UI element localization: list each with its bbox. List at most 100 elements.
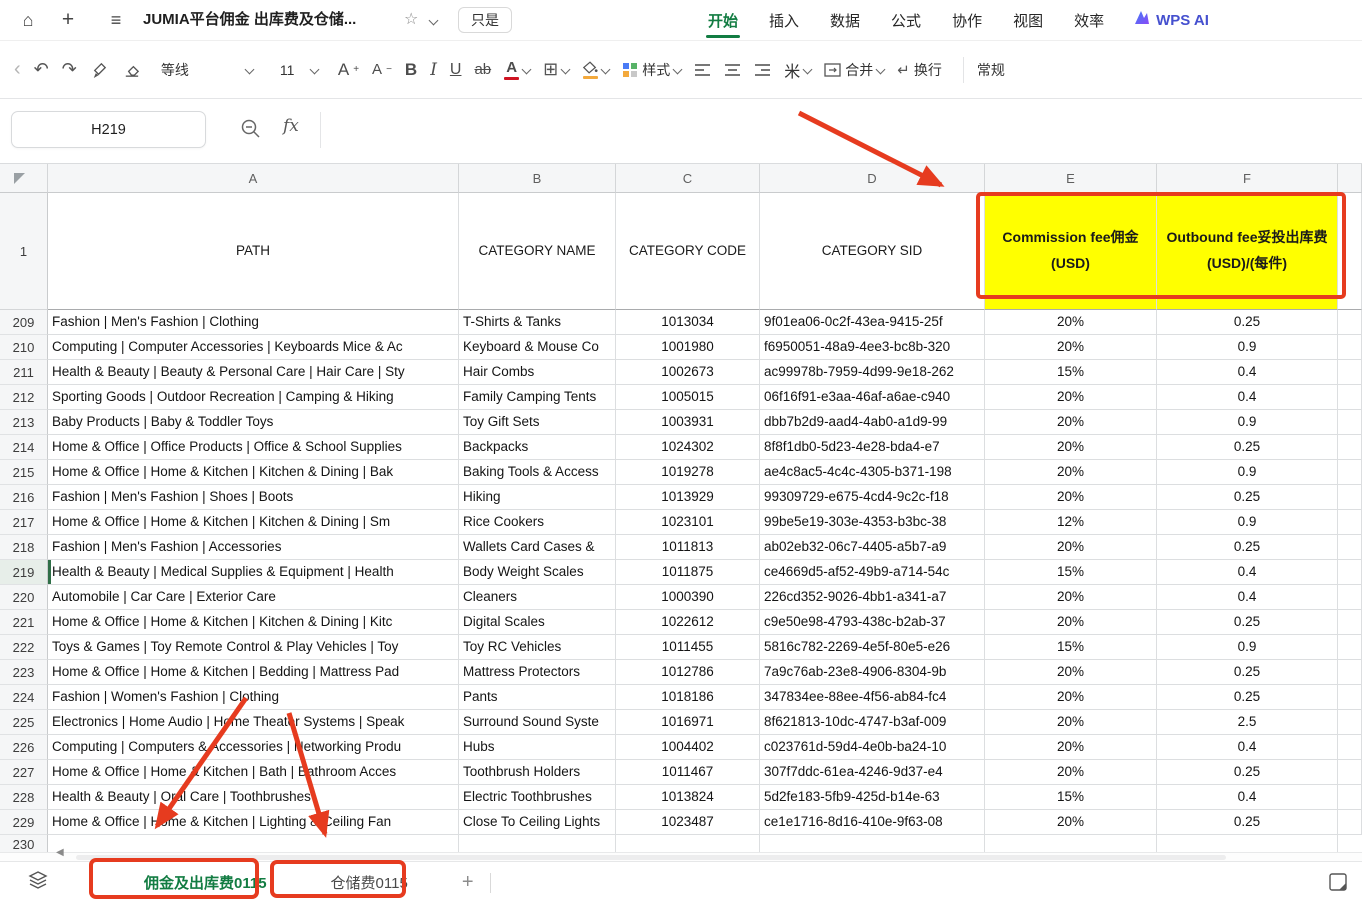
increase-font-button[interactable]: A+ — [338, 60, 359, 80]
header-cell-category-code[interactable]: CATEGORY CODE — [616, 193, 760, 310]
cell-category-sid[interactable]: 99be5e19-303e-4353-b3bc-38 — [760, 510, 985, 535]
cell-category-name[interactable]: Family Camping Tents — [459, 385, 616, 410]
cell-partial[interactable] — [1338, 485, 1362, 510]
cell-partial[interactable] — [1338, 585, 1362, 610]
cell-commission-fee[interactable]: 20% — [985, 585, 1157, 610]
wrap-text-button[interactable]: ↵ 换行 — [897, 60, 942, 80]
cell-category-code[interactable]: 1024302 — [616, 435, 760, 460]
cell-commission-fee[interactable]: 20% — [985, 435, 1157, 460]
row-number[interactable]: 210 — [0, 335, 48, 360]
header-cell-category-sid[interactable]: CATEGORY SID — [760, 193, 985, 310]
cell-partial[interactable] — [1338, 660, 1362, 685]
new-tab-icon[interactable]: + — [52, 0, 84, 40]
cell-category-name[interactable]: Toy RC Vehicles — [459, 635, 616, 660]
row-number[interactable]: 220 — [0, 585, 48, 610]
cell-path[interactable]: Fashion | Men's Fashion | Clothing — [48, 310, 459, 335]
cell-path[interactable]: Fashion | Men's Fashion | Shoes | Boots — [48, 485, 459, 510]
cell-path[interactable] — [48, 835, 459, 852]
cell-commission-fee[interactable]: 20% — [985, 485, 1157, 510]
row-number[interactable]: 222 — [0, 635, 48, 660]
cell-category-name[interactable]: T-Shirts & Tanks — [459, 310, 616, 335]
fill-color-button[interactable] — [582, 61, 609, 79]
cell-outbound-fee[interactable]: 0.4 — [1157, 360, 1338, 385]
cell-partial[interactable] — [1338, 735, 1362, 760]
cell-category-sid[interactable]: ce4669d5-af52-49b9-a714-54c — [760, 560, 985, 585]
view-switch-icon[interactable] — [1328, 872, 1348, 897]
cell-category-code[interactable]: 1023101 — [616, 510, 760, 535]
cell-path[interactable]: Home & Office | Home & Kitchen | Kitchen… — [48, 510, 459, 535]
cell-category-code[interactable]: 1012786 — [616, 660, 760, 685]
cell-category-name[interactable]: Surround Sound Syste — [459, 710, 616, 735]
readonly-badge[interactable]: 只是 — [458, 7, 512, 33]
cell-category-code[interactable]: 1023487 — [616, 810, 760, 835]
cell-category-code[interactable]: 1005015 — [616, 385, 760, 410]
cell-outbound-fee[interactable]: 0.9 — [1157, 335, 1338, 360]
home-icon[interactable]: ⌂ — [12, 0, 44, 40]
cell-category-name[interactable]: Hair Combs — [459, 360, 616, 385]
eraser-icon[interactable] — [122, 60, 141, 79]
cell-category-code[interactable]: 1000390 — [616, 585, 760, 610]
cell-partial[interactable] — [1338, 785, 1362, 810]
cell-outbound-fee[interactable]: 0.25 — [1157, 810, 1338, 835]
cell-path[interactable]: Health & Beauty | Medical Supplies & Equ… — [48, 560, 459, 585]
cell-outbound-fee[interactable]: 0.4 — [1157, 560, 1338, 585]
cell-partial[interactable] — [1338, 510, 1362, 535]
cell-outbound-fee[interactable]: 0.4 — [1157, 585, 1338, 610]
cell-category-name[interactable]: Hiking — [459, 485, 616, 510]
cell-category-sid[interactable]: 7a9c76ab-23e8-4906-8304-9b — [760, 660, 985, 685]
scrollbar-thumb[interactable] — [76, 855, 1226, 860]
cell-commission-fee[interactable]: 20% — [985, 735, 1157, 760]
header-cell-partial[interactable] — [1338, 193, 1362, 310]
cell-path[interactable]: Health & Beauty | Beauty & Personal Care… — [48, 360, 459, 385]
cell-category-code[interactable] — [616, 835, 760, 852]
cell-outbound-fee[interactable]: 0.4 — [1157, 385, 1338, 410]
cell-category-sid[interactable]: 9f01ea06-0c2f-43ea-9415-25f — [760, 310, 985, 335]
cell-commission-fee[interactable]: 20% — [985, 535, 1157, 560]
row-number[interactable]: 224 — [0, 685, 48, 710]
cell-commission-fee[interactable]: 20% — [985, 660, 1157, 685]
cell-commission-fee[interactable]: 20% — [985, 410, 1157, 435]
borders-button[interactable]: ⊞ — [543, 59, 569, 80]
cell-category-name[interactable]: Rice Cookers — [459, 510, 616, 535]
row-number[interactable]: 223 — [0, 660, 48, 685]
cell-outbound-fee[interactable]: 0.25 — [1157, 310, 1338, 335]
cell-path[interactable]: Fashion | Women's Fashion | Clothing — [48, 685, 459, 710]
undo-icon[interactable]: ↶ — [34, 59, 49, 80]
cell-outbound-fee[interactable]: 0.9 — [1157, 460, 1338, 485]
cell-category-name[interactable]: Baking Tools & Access — [459, 460, 616, 485]
cell-category-sid[interactable]: ae4c8ac5-4c4c-4305-b371-198 — [760, 460, 985, 485]
sheet-tab-storage[interactable]: 仓储费0115 — [311, 862, 428, 903]
cell-partial[interactable] — [1338, 560, 1362, 585]
cell-category-sid[interactable]: 99309729-e675-4cd4-9c2c-f18 — [760, 485, 985, 510]
cell-outbound-fee[interactable] — [1157, 835, 1338, 852]
font-color-button[interactable]: A — [504, 60, 530, 80]
cell-category-sid[interactable]: 5d2fe183-5fb9-425d-b14e-63 — [760, 785, 985, 810]
scroll-left-icon[interactable]: ◀ — [56, 847, 64, 858]
cell-category-code[interactable]: 1022612 — [616, 610, 760, 635]
column-header-d[interactable]: D — [760, 164, 985, 193]
cell-commission-fee[interactable]: 20% — [985, 810, 1157, 835]
row-number[interactable]: 215 — [0, 460, 48, 485]
cell-category-code[interactable]: 1001980 — [616, 335, 760, 360]
cell-category-sid[interactable] — [760, 835, 985, 852]
align-left-button[interactable] — [694, 63, 711, 77]
cell-outbound-fee[interactable]: 0.9 — [1157, 410, 1338, 435]
column-header-a[interactable]: A — [48, 164, 459, 193]
cell-outbound-fee[interactable]: 0.4 — [1157, 735, 1338, 760]
tab-formula[interactable]: 公式 — [889, 1, 923, 40]
cell-partial[interactable] — [1338, 385, 1362, 410]
cell-path[interactable]: Baby Products | Baby & Toddler Toys — [48, 410, 459, 435]
cell-category-code[interactable]: 1004402 — [616, 735, 760, 760]
cell-commission-fee[interactable]: 15% — [985, 360, 1157, 385]
cell-outbound-fee[interactable]: 0.25 — [1157, 435, 1338, 460]
cell-category-sid[interactable]: 8f8f1db0-5d23-4e28-bda4-e7 — [760, 435, 985, 460]
star-icon[interactable]: ☆ — [404, 0, 418, 40]
cell-partial[interactable] — [1338, 685, 1362, 710]
cell-category-sid[interactable]: 347834ee-88ee-4f56-ab84-fc4 — [760, 685, 985, 710]
row-number[interactable]: 217 — [0, 510, 48, 535]
cell-path[interactable]: Electronics | Home Audio | Home Theater … — [48, 710, 459, 735]
cell-category-code[interactable]: 1013824 — [616, 785, 760, 810]
cell-partial[interactable] — [1338, 335, 1362, 360]
bold-button[interactable]: B — [405, 60, 417, 80]
cell-partial[interactable] — [1338, 710, 1362, 735]
